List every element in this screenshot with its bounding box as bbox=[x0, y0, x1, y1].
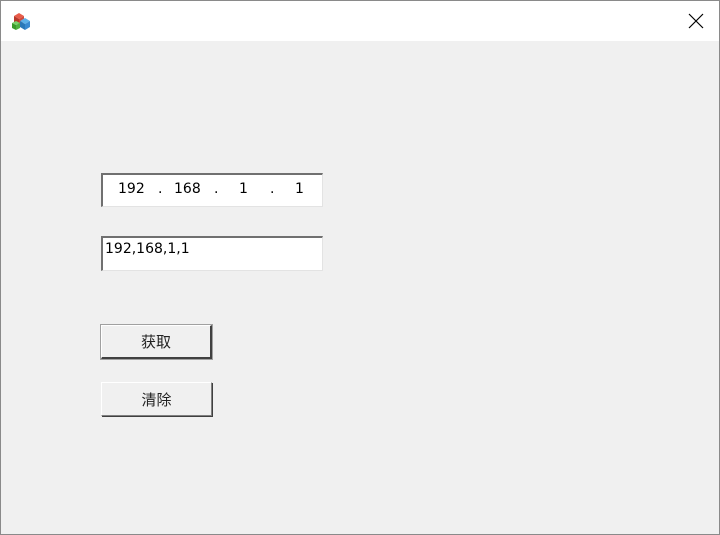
ip-separator: . bbox=[158, 181, 163, 197]
get-button[interactable]: 获取 bbox=[100, 324, 213, 360]
close-icon bbox=[688, 13, 704, 29]
ip-octet-4[interactable]: 1 bbox=[295, 181, 304, 197]
clear-button[interactable]: 清除 bbox=[101, 382, 212, 416]
result-text-field[interactable]: 192,168,1,1 bbox=[101, 236, 323, 271]
title-bar[interactable] bbox=[1, 1, 719, 41]
ip-octet-3[interactable]: 1 bbox=[239, 181, 248, 197]
ip-octet-1[interactable]: 192 bbox=[118, 181, 145, 197]
ip-address-input[interactable]: 192 . 168 . 1 . 1 bbox=[101, 173, 323, 207]
ip-separator: . bbox=[270, 181, 275, 197]
ip-separator: . bbox=[214, 181, 219, 197]
app-cubes-icon bbox=[12, 13, 30, 30]
close-button[interactable] bbox=[673, 1, 719, 41]
ip-octet-2[interactable]: 168 bbox=[174, 181, 201, 197]
app-window: 192 . 168 . 1 . 1 192,168,1,1 获取 清除 bbox=[0, 0, 720, 535]
